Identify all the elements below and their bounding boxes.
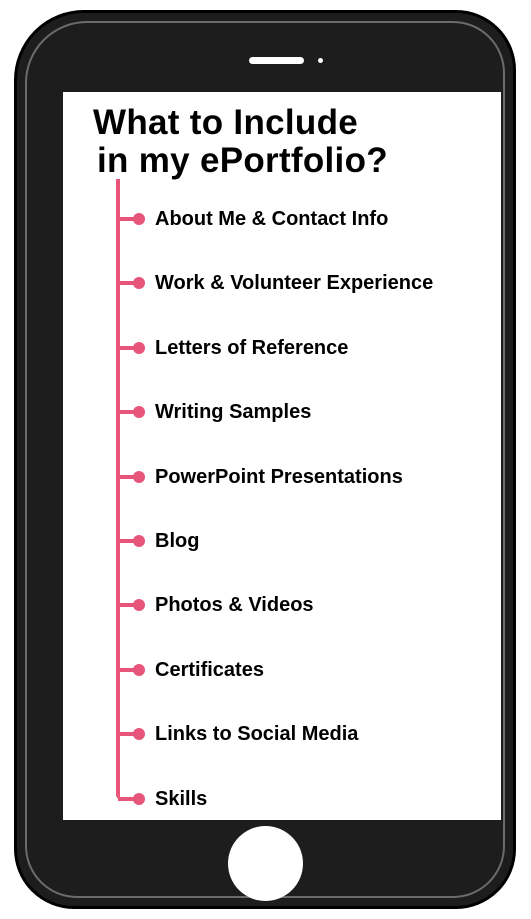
- bullet-dot-icon: [133, 664, 145, 676]
- item-label: About Me & Contact Info: [155, 207, 389, 230]
- bullet-dot-icon: [133, 793, 145, 805]
- bullet-dot-icon: [133, 535, 145, 547]
- front-camera: [318, 58, 323, 63]
- item-label: Work & Volunteer Experience: [155, 271, 434, 294]
- list-item-social-media: Links to Social Media: [118, 721, 358, 747]
- list-item-letters-reference: Letters of Reference: [118, 335, 348, 361]
- list-item-certificates: Certificates: [118, 657, 264, 683]
- item-label: Photos & Videos: [155, 593, 314, 616]
- bullet-dot-icon: [133, 213, 145, 225]
- speaker-grille: [249, 57, 304, 64]
- item-label: PowerPoint Presentations: [155, 465, 403, 488]
- item-label: Links to Social Media: [155, 722, 359, 745]
- bullet-dot-icon: [133, 342, 145, 354]
- list-item-work-volunteer: Work & Volunteer Experience: [118, 270, 433, 296]
- list-item-blog: Blog: [118, 528, 199, 554]
- item-label: Skills: [155, 787, 208, 810]
- list-item-writing-samples: Writing Samples: [118, 399, 311, 425]
- item-label: Blog: [155, 529, 200, 552]
- item-label: Writing Samples: [155, 400, 312, 423]
- item-label: Letters of Reference: [155, 336, 349, 359]
- bullet-dot-icon: [133, 728, 145, 740]
- home-button: [228, 826, 303, 901]
- bullet-dot-icon: [133, 599, 145, 611]
- bullet-dot-icon: [133, 406, 145, 418]
- bullet-dot-icon: [133, 471, 145, 483]
- list-item-skills: Skills: [118, 786, 207, 812]
- list-item-powerpoint: PowerPoint Presentations: [118, 464, 403, 490]
- bullet-dot-icon: [133, 277, 145, 289]
- item-label: Certificates: [155, 658, 264, 681]
- phone-screen: What to Include in my ePortfolio? About …: [63, 92, 501, 820]
- portfolio-items-list: About Me & Contact Info Work & Volunteer…: [63, 92, 501, 820]
- list-item-photos-videos: Photos & Videos: [118, 592, 314, 618]
- list-item-about-me: About Me & Contact Info: [118, 206, 388, 232]
